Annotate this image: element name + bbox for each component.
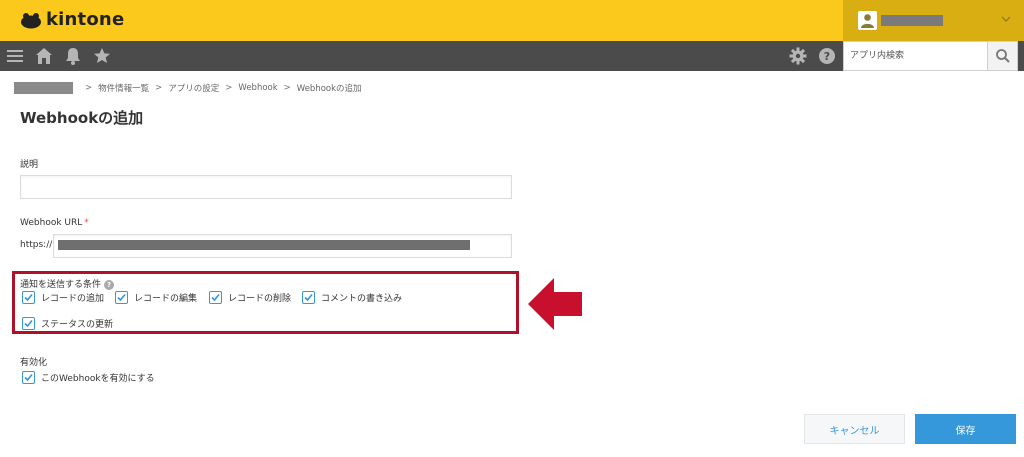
save-button[interactable]: 保存 xyxy=(915,414,1016,444)
red-arrow-icon xyxy=(528,278,582,330)
required-mark: * xyxy=(84,218,89,228)
checkbox[interactable] xyxy=(22,317,35,330)
condition-label: ステータスの更新 xyxy=(41,320,114,330)
top-header: kintone xyxy=(0,0,1024,41)
kintone-logo[interactable]: kintone xyxy=(20,9,124,30)
checkmark-icon xyxy=(117,293,126,302)
checkmark-icon xyxy=(24,293,33,302)
breadcrumb-item-webhook[interactable]: Webhook xyxy=(238,83,277,93)
breadcrumb: > 物件情報一覧 > アプリの設定 > Webhook > Webhookの追加 xyxy=(14,82,362,94)
checkmark-icon xyxy=(24,373,33,382)
star-icon[interactable] xyxy=(92,46,112,66)
condition-label: レコードの削除 xyxy=(228,294,292,304)
checkbox[interactable] xyxy=(22,371,35,384)
condition-status-update[interactable]: ステータスの更新 xyxy=(22,317,113,330)
checkbox[interactable] xyxy=(22,291,35,304)
conditions-label-text: 通知を送信する条件 xyxy=(20,280,102,290)
checkmark-icon xyxy=(304,293,313,302)
checkbox[interactable] xyxy=(302,291,315,304)
home-icon[interactable] xyxy=(34,46,54,66)
breadcrumb-separator: > xyxy=(155,83,163,93)
checkmark-icon xyxy=(24,319,33,328)
breadcrumb-item-current: Webhookの追加 xyxy=(296,84,362,94)
condition-label: コメントの書き込み xyxy=(321,294,403,304)
checkbox[interactable] xyxy=(209,291,222,304)
app-search-box xyxy=(843,41,988,71)
bell-icon[interactable] xyxy=(63,46,83,66)
description-label: 説明 xyxy=(20,160,39,170)
user-menu[interactable] xyxy=(843,0,1024,41)
kintone-logo-icon xyxy=(21,12,41,28)
webhook-url-label-text: Webhook URL xyxy=(20,218,83,228)
cancel-button[interactable]: キャンセル xyxy=(804,414,905,444)
gear-icon[interactable] xyxy=(788,46,808,66)
avatar xyxy=(858,11,877,30)
user-icon xyxy=(861,14,874,28)
condition-label: レコードの追加 xyxy=(41,294,105,304)
condition-record-edit[interactable]: レコードの編集 xyxy=(115,291,197,304)
breadcrumb-separator: > xyxy=(225,83,233,93)
username-redacted xyxy=(881,15,943,26)
chevron-down-icon[interactable] xyxy=(1000,13,1012,25)
help-circle-icon[interactable]: ? xyxy=(817,46,837,66)
checkmark-icon xyxy=(211,293,220,302)
webhook-url-label: Webhook URL * xyxy=(20,218,89,228)
search-button[interactable] xyxy=(988,41,1018,71)
description-input[interactable] xyxy=(20,175,512,199)
condition-comment-post[interactable]: コメントの書き込み xyxy=(302,291,402,304)
breadcrumb-item-app-settings[interactable]: アプリの設定 xyxy=(168,82,219,94)
enable-label: 有効化 xyxy=(20,358,48,368)
enable-webhook-option[interactable]: このWebhookを有効にする xyxy=(22,371,155,384)
webhook-url-redacted xyxy=(58,240,470,250)
breadcrumb-redacted-space[interactable] xyxy=(14,82,73,94)
enable-checkbox-label: このWebhookを有効にする xyxy=(41,374,155,384)
breadcrumb-item-list[interactable]: 物件情報一覧 xyxy=(98,82,149,94)
search-icon xyxy=(995,49,1010,63)
condition-label: レコードの編集 xyxy=(134,294,198,304)
breadcrumb-separator: > xyxy=(85,83,93,93)
help-icon[interactable]: ? xyxy=(104,279,115,290)
condition-record-delete[interactable]: レコードの削除 xyxy=(209,291,291,304)
conditions-label: 通知を送信する条件? xyxy=(20,277,115,290)
menu-icon[interactable] xyxy=(5,46,25,66)
checkbox[interactable] xyxy=(115,291,128,304)
url-prefix: https:// xyxy=(20,240,53,250)
search-input[interactable] xyxy=(844,42,987,70)
breadcrumb-separator: > xyxy=(283,83,291,93)
page-title: Webhookの追加 xyxy=(20,109,144,127)
condition-record-add[interactable]: レコードの追加 xyxy=(22,291,104,304)
app-name: kintone xyxy=(46,9,125,30)
svg-text:?: ? xyxy=(824,50,830,63)
